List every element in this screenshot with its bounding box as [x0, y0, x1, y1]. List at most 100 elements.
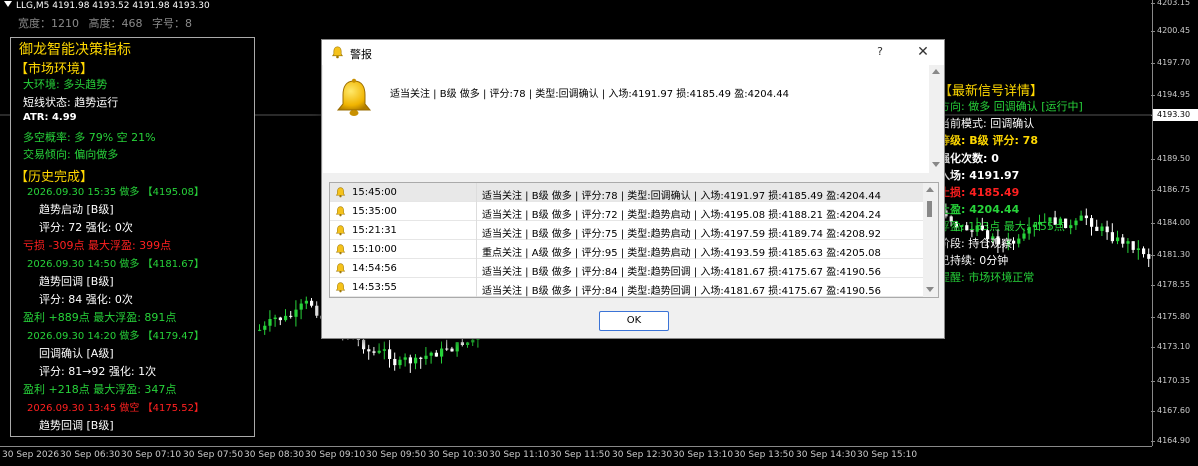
bell-icon [335, 206, 346, 217]
log-scroll-down-icon[interactable] [926, 287, 934, 292]
alert-message-area: 适当关注 | B级 做多 | 评分:78 | 类型:回调确认 | 入场:4191… [323, 65, 929, 173]
candle-body [393, 358, 397, 366]
candle-body [263, 325, 267, 330]
price-tick: 4167.60 [1150, 406, 1191, 415]
price-tick: 4203.15 [1150, 0, 1191, 7]
history-entry-header: 2026.09.30 14:50 做多 【4181.67】 [27, 259, 204, 270]
message-scrollbar[interactable] [929, 65, 944, 173]
candle-body [414, 357, 418, 364]
history-entry-type: 趋势回调 [B级] [39, 275, 114, 288]
candle-body [1126, 241, 1130, 244]
price-tick: 4197.70 [1150, 58, 1191, 67]
candle-body [1105, 226, 1109, 233]
history-entry-header: 2026.09.30 14:20 做多 【4179.47】 [27, 331, 204, 342]
candle-body [460, 342, 464, 345]
candle-body [1095, 226, 1099, 231]
candle-body [304, 300, 308, 304]
time-tick: 30 Sep 13:10 [673, 450, 734, 460]
log-scroll-up-icon[interactable] [926, 187, 934, 192]
history-entry-score: 评分: 72 强化: 0次 [39, 221, 133, 234]
price-tick: 4164.90 [1150, 436, 1191, 445]
dialog-title: 警报 [350, 48, 372, 61]
scroll-up-icon[interactable] [932, 69, 940, 74]
time-tick: 30 Sep 06:30 [60, 450, 121, 460]
candle-body [299, 303, 303, 310]
log-time: 14:54:56 [352, 263, 397, 274]
log-row[interactable]: 15:10:00 重点关注 | A级 做多 | 评分:95 | 类型:趋势启动 |… [330, 240, 923, 259]
dialog-titlebar[interactable]: 警报 ? ✕ [322, 40, 944, 65]
history-entry-type: 回调确认 [A级] [39, 347, 114, 360]
help-button[interactable]: ? [872, 45, 888, 58]
ok-button[interactable]: OK [599, 311, 669, 331]
history-entry-result: 盈利 +889点 最大浮盈: 891点 [23, 311, 177, 324]
candle-body [362, 339, 366, 350]
dropdown-arrow-icon [4, 1, 12, 7]
log-row[interactable]: 14:54:56 适当关注 | B级 做多 | 评分:84 | 类型:趋势回调 |… [330, 259, 923, 278]
log-time: 15:45:00 [352, 187, 397, 198]
signal-grade: 等级: B级 评分: 78 [939, 134, 1038, 147]
log-row[interactable]: 15:35:00 适当关注 | B级 做多 | 评分:72 | 类型:趋势启动 |… [330, 202, 923, 221]
price-axis[interactable]: 4203.154200.454197.704194.954192.204189.… [1150, 0, 1198, 446]
candle-body [1136, 248, 1140, 250]
log-scroll-thumb[interactable] [927, 201, 932, 217]
candle-body [367, 349, 371, 352]
column-divider [476, 278, 477, 297]
candle-body [1084, 215, 1088, 219]
history-entry-type: 趋势回调 [B级] [39, 419, 114, 432]
bell-icon [335, 225, 346, 236]
bell-icon [335, 244, 346, 255]
signal-entry: 入场: 4191.97 [939, 169, 1020, 182]
time-tick: 30 Sep 11:50 [550, 450, 611, 460]
candle-body [258, 329, 262, 331]
signal-held: 已持续: 0分钟 [939, 254, 1009, 267]
current-price-badge: 4193.30 [1153, 109, 1198, 121]
bell-icon [335, 187, 346, 198]
signal-target: 止盈: 4204.44 [939, 203, 1020, 216]
time-tick: 30 Sep 08:30 [244, 450, 305, 460]
time-axis[interactable]: 30 Sep 2026 30 Sep 06:30 30 Sep 07:10 30 Se… [0, 446, 1152, 466]
log-time: 15:10:00 [352, 244, 397, 255]
signal-float: 浮盈: 133点 最大: 155点 [939, 220, 1065, 233]
candle-body [372, 351, 376, 353]
price-tick: 4200.45 [1150, 26, 1191, 35]
log-row[interactable]: 15:45:00 适当关注 | B级 做多 | 评分:78 | 类型:回调确认 |… [330, 183, 923, 202]
candle-body [377, 350, 381, 353]
candle-body [471, 339, 475, 343]
alarm-bell-icon [336, 78, 372, 116]
bell-icon [331, 46, 344, 59]
chart-dimensions: 宽度：1210 高度：468 字号：8 [18, 15, 198, 31]
close-button[interactable]: ✕ [914, 43, 932, 61]
log-row[interactable]: 14:53:55 适当关注 | B级 做多 | 评分:84 | 类型:趋势回调 |… [330, 278, 923, 297]
candle-body [455, 342, 459, 352]
candle-body [419, 357, 423, 359]
candle-body [466, 342, 470, 345]
price-tick: 4194.95 [1150, 90, 1191, 99]
signal-stop: 止损: 4185.49 [939, 186, 1020, 199]
candle-body [1074, 220, 1078, 226]
indicator-info-panel: 御龙智能决策指标 【市场环境】 大环境: 多头趋势 短线状态: 趋势运行 ATR… [10, 37, 255, 437]
bell-icon [335, 282, 346, 293]
history-entry-score: 评分: 81→92 强化: 1次 [39, 365, 157, 378]
time-tick: 30 Sep 07:10 [121, 450, 182, 460]
time-tick: 30 Sep 14:30 [796, 450, 857, 460]
log-time: 14:53:55 [352, 282, 397, 293]
candle-body [429, 352, 433, 356]
time-tick: 30 Sep 12:30 [612, 450, 673, 460]
scroll-down-icon[interactable] [932, 162, 940, 167]
candle-body [1012, 240, 1016, 244]
log-scrollbar[interactable] [923, 183, 938, 297]
price-tick: 4189.50 [1150, 154, 1191, 163]
candle-body [1131, 241, 1135, 250]
log-message: 适当关注 | B级 做多 | 评分:84 | 类型:趋势回调 | 入场:4181… [482, 286, 881, 297]
column-divider [476, 259, 477, 278]
log-row[interactable]: 15:21:31 适当关注 | B级 做多 | 评分:75 | 类型:趋势启动 |… [330, 221, 923, 240]
alert-log-list[interactable]: 15:45:00 适当关注 | B级 做多 | 评分:78 | 类型:回调确认 |… [329, 182, 939, 298]
column-divider [476, 202, 477, 221]
price-tick: 4173.10 [1150, 342, 1191, 351]
candle-body [403, 357, 407, 360]
candle-body [398, 359, 402, 366]
candle-body [356, 338, 360, 340]
history-entry-header: 2026.09.30 13:45 做空 【4175.52】 [27, 403, 204, 414]
width-label: 宽度：1210 [18, 17, 79, 30]
log-message: 适当关注 | B级 做多 | 评分:78 | 类型:回调确认 | 入场:4191… [482, 191, 881, 202]
